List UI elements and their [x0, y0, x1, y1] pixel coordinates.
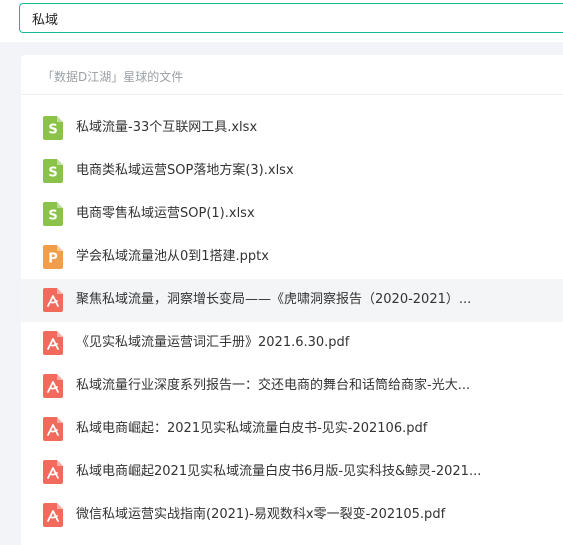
pdf-icon — [41, 460, 65, 484]
file-name[interactable]: 私域流量行业深度系列报告一：交还电商的舞台和话筒给商家-光大... — [76, 376, 506, 396]
file-item[interactable]: S 私域流量-33个互联网工具.xlsx — [21, 107, 563, 150]
file-item[interactable]: 聚焦私域流量，洞察增长变局——《虎啸洞察报告（2020-2021）... — [21, 279, 563, 322]
file-item[interactable]: 微信私域运营实战指南(2021)-易观数科x零一裂变-202105.pdf — [21, 494, 563, 537]
pdf-icon — [41, 374, 65, 398]
file-item[interactable]: 私域电商崛起：2021见实私域流量白皮书-见实-202106.pdf — [21, 408, 563, 451]
file-name[interactable]: 电商零售私域运营SOP(1).xlsx — [76, 204, 506, 224]
pdf-icon — [41, 503, 65, 527]
search-bar — [0, 0, 563, 42]
file-results-panel: 「数据D江湖」星球的文件 S 私域流量-33个互联网工具.xlsx S 电商类私域运营… — [21, 55, 563, 545]
file-item[interactable]: P 学会私域流量池从0到1搭建.pptx — [21, 236, 563, 279]
file-name[interactable]: 微信私域运营实战指南(2021)-易观数科x零一裂变-202105.pdf — [76, 505, 506, 525]
presentation-icon: P — [41, 245, 65, 269]
spreadsheet-icon: S — [41, 202, 65, 226]
svg-text:P: P — [48, 252, 58, 267]
divider — [21, 94, 563, 95]
file-name[interactable]: 私域电商崛起：2021见实私域流量白皮书-见实-202106.pdf — [76, 419, 506, 439]
spreadsheet-icon: S — [41, 116, 65, 140]
file-list: S 私域流量-33个互联网工具.xlsx S 电商类私域运营SOP落地方案(3).xl… — [21, 107, 563, 537]
file-name[interactable]: 聚焦私域流量，洞察增长变局——《虎啸洞察报告（2020-2021）... — [76, 290, 506, 310]
svg-text:S: S — [48, 123, 57, 138]
file-item[interactable]: 私域电商崛起2021见实私域流量白皮书6月版-见实科技&鲸灵-2021... — [21, 451, 563, 494]
svg-text:S: S — [48, 166, 57, 181]
pdf-icon — [41, 417, 65, 441]
file-name[interactable]: 电商类私域运营SOP落地方案(3).xlsx — [76, 161, 506, 181]
file-item[interactable]: 《见实私域流量运营词汇手册》2021.6.30.pdf — [21, 322, 563, 365]
search-box[interactable] — [19, 3, 563, 33]
pdf-icon — [41, 331, 65, 355]
panel-title: 「数据D江湖」星球的文件 — [42, 70, 184, 84]
spreadsheet-icon: S — [41, 159, 65, 183]
search-input[interactable] — [32, 8, 532, 28]
file-name[interactable]: 私域电商崛起2021见实私域流量白皮书6月版-见实科技&鲸灵-2021... — [76, 462, 506, 482]
file-name[interactable]: 学会私域流量池从0到1搭建.pptx — [76, 247, 506, 267]
file-item[interactable]: S 电商类私域运营SOP落地方案(3).xlsx — [21, 150, 563, 193]
file-item[interactable]: 私域流量行业深度系列报告一：交还电商的舞台和话筒给商家-光大... — [21, 365, 563, 408]
svg-text:S: S — [48, 209, 57, 224]
file-name[interactable]: 私域流量-33个互联网工具.xlsx — [76, 118, 506, 138]
file-item[interactable]: S 电商零售私域运营SOP(1).xlsx — [21, 193, 563, 236]
pdf-icon — [41, 288, 65, 312]
file-name[interactable]: 《见实私域流量运营词汇手册》2021.6.30.pdf — [76, 333, 506, 353]
